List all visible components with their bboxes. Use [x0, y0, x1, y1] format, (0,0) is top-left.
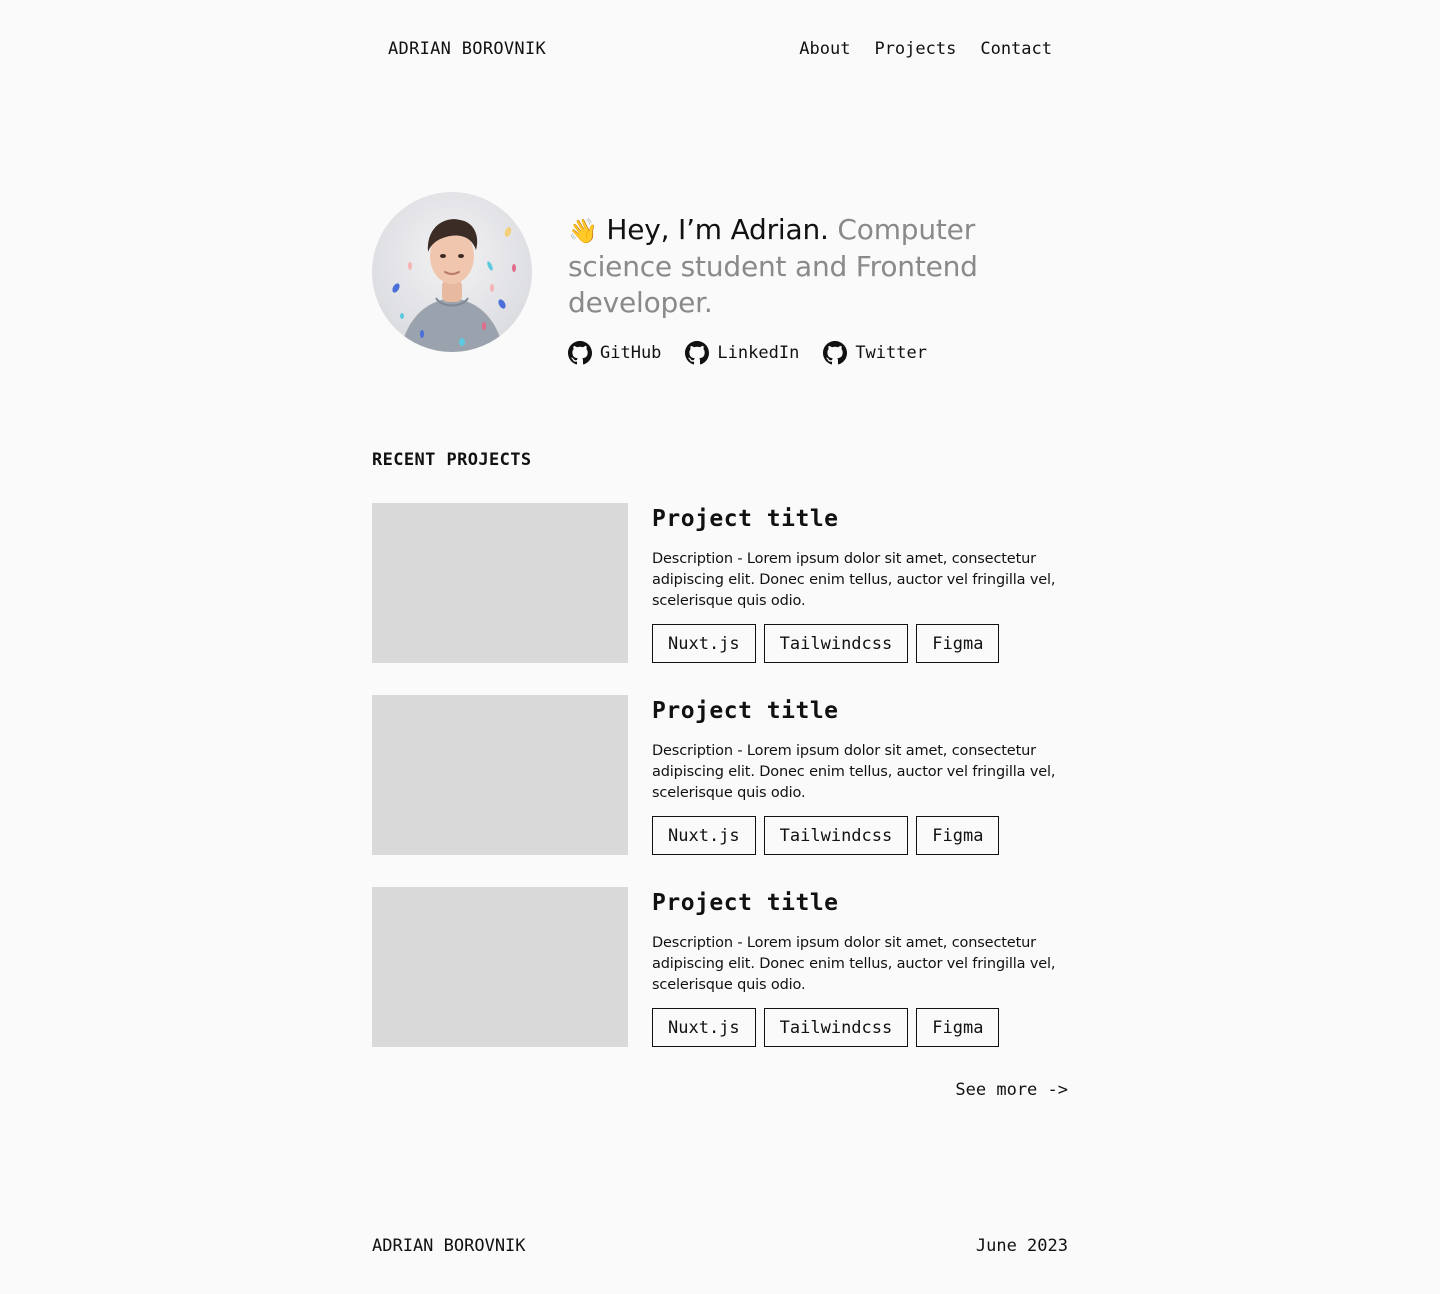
hero-headline: 👋 Hey, I’m Adrian. Computer science stud… [568, 212, 1068, 321]
github-icon [568, 341, 592, 365]
footer-name: ADRIAN BOROVNIK [372, 1236, 526, 1256]
github-icon [823, 341, 848, 365]
project-body: Project title Description - Lorem ipsum … [652, 887, 1068, 1047]
github-icon [685, 341, 710, 365]
nav-contact-link[interactable]: Contact [980, 39, 1052, 59]
project-tags: Nuxt.js Tailwindcss Figma [652, 816, 1068, 855]
tag-tailwindcss: Tailwindcss [763, 816, 909, 855]
waving-hand-icon: 👋 [568, 217, 598, 245]
project-description: Description - Lorem ipsum dolor sit amet… [652, 551, 1056, 609]
project-thumbnail[interactable] [372, 695, 628, 855]
social-label-twitter: Twitter [855, 343, 927, 363]
hero-greeting: Hey, I’m Adrian. [606, 213, 829, 246]
project-card[interactable]: Project title Description - Lorem ipsum … [372, 503, 1068, 663]
section-title-recent-projects: RECENT PROJECTS [372, 450, 532, 470]
site-footer: ADRIAN BOROVNIK June 2023 [372, 1236, 1068, 1256]
social-links: GitHub LinkedIn Twitter [568, 341, 1068, 365]
project-thumbnail[interactable] [372, 503, 628, 663]
project-description: Description - Lorem ipsum dolor sit amet… [652, 743, 1056, 801]
hero-section: 👋 Hey, I’m Adrian. Computer science stud… [372, 192, 1068, 365]
project-title[interactable]: Project title [652, 891, 1068, 915]
project-title[interactable]: Project title [652, 507, 1068, 531]
project-description: Description - Lorem ipsum dolor sit amet… [652, 935, 1056, 993]
project-card[interactable]: Project title Description - Lorem ipsum … [372, 695, 1068, 855]
tag-figma: Figma [916, 816, 1000, 855]
project-title[interactable]: Project title [652, 699, 1068, 723]
project-body: Project title Description - Lorem ipsum … [652, 503, 1068, 663]
tag-nuxtjs: Nuxt.js [652, 816, 756, 855]
tag-tailwindcss: Tailwindcss [763, 1008, 909, 1047]
project-card[interactable]: Project title Description - Lorem ipsum … [372, 887, 1068, 1047]
site-header: ADRIAN BOROVNIK About Projects Contact [388, 36, 1052, 62]
project-thumbnail[interactable] [372, 887, 628, 1047]
projects-list: Project title Description - Lorem ipsum … [372, 503, 1068, 1079]
project-body: Project title Description - Lorem ipsum … [652, 695, 1068, 855]
social-link-github[interactable]: GitHub [568, 341, 661, 365]
profile-avatar [372, 192, 532, 352]
nav-about-link[interactable]: About [799, 39, 850, 59]
project-tags: Nuxt.js Tailwindcss Figma [652, 1008, 1068, 1047]
nav-projects-link[interactable]: Projects [874, 39, 956, 59]
site-brand[interactable]: ADRIAN BOROVNIK [388, 39, 546, 59]
main-nav: About Projects Contact [799, 39, 1052, 59]
tag-tailwindcss: Tailwindcss [763, 624, 909, 663]
see-more-link[interactable]: See more -> [955, 1080, 1068, 1100]
project-tags: Nuxt.js Tailwindcss Figma [652, 624, 1068, 663]
tag-nuxtjs: Nuxt.js [652, 1008, 756, 1047]
social-link-linkedin[interactable]: LinkedIn [685, 341, 799, 365]
tag-figma: Figma [916, 624, 1000, 663]
tag-figma: Figma [916, 1008, 1000, 1047]
hero-text: 👋 Hey, I’m Adrian. Computer science stud… [568, 192, 1068, 365]
social-label-github: GitHub [600, 343, 662, 363]
footer-date: June 2023 [975, 1236, 1068, 1256]
social-link-twitter[interactable]: Twitter [823, 341, 927, 365]
social-label-linkedin: LinkedIn [717, 343, 800, 363]
tag-nuxtjs: Nuxt.js [652, 624, 756, 663]
